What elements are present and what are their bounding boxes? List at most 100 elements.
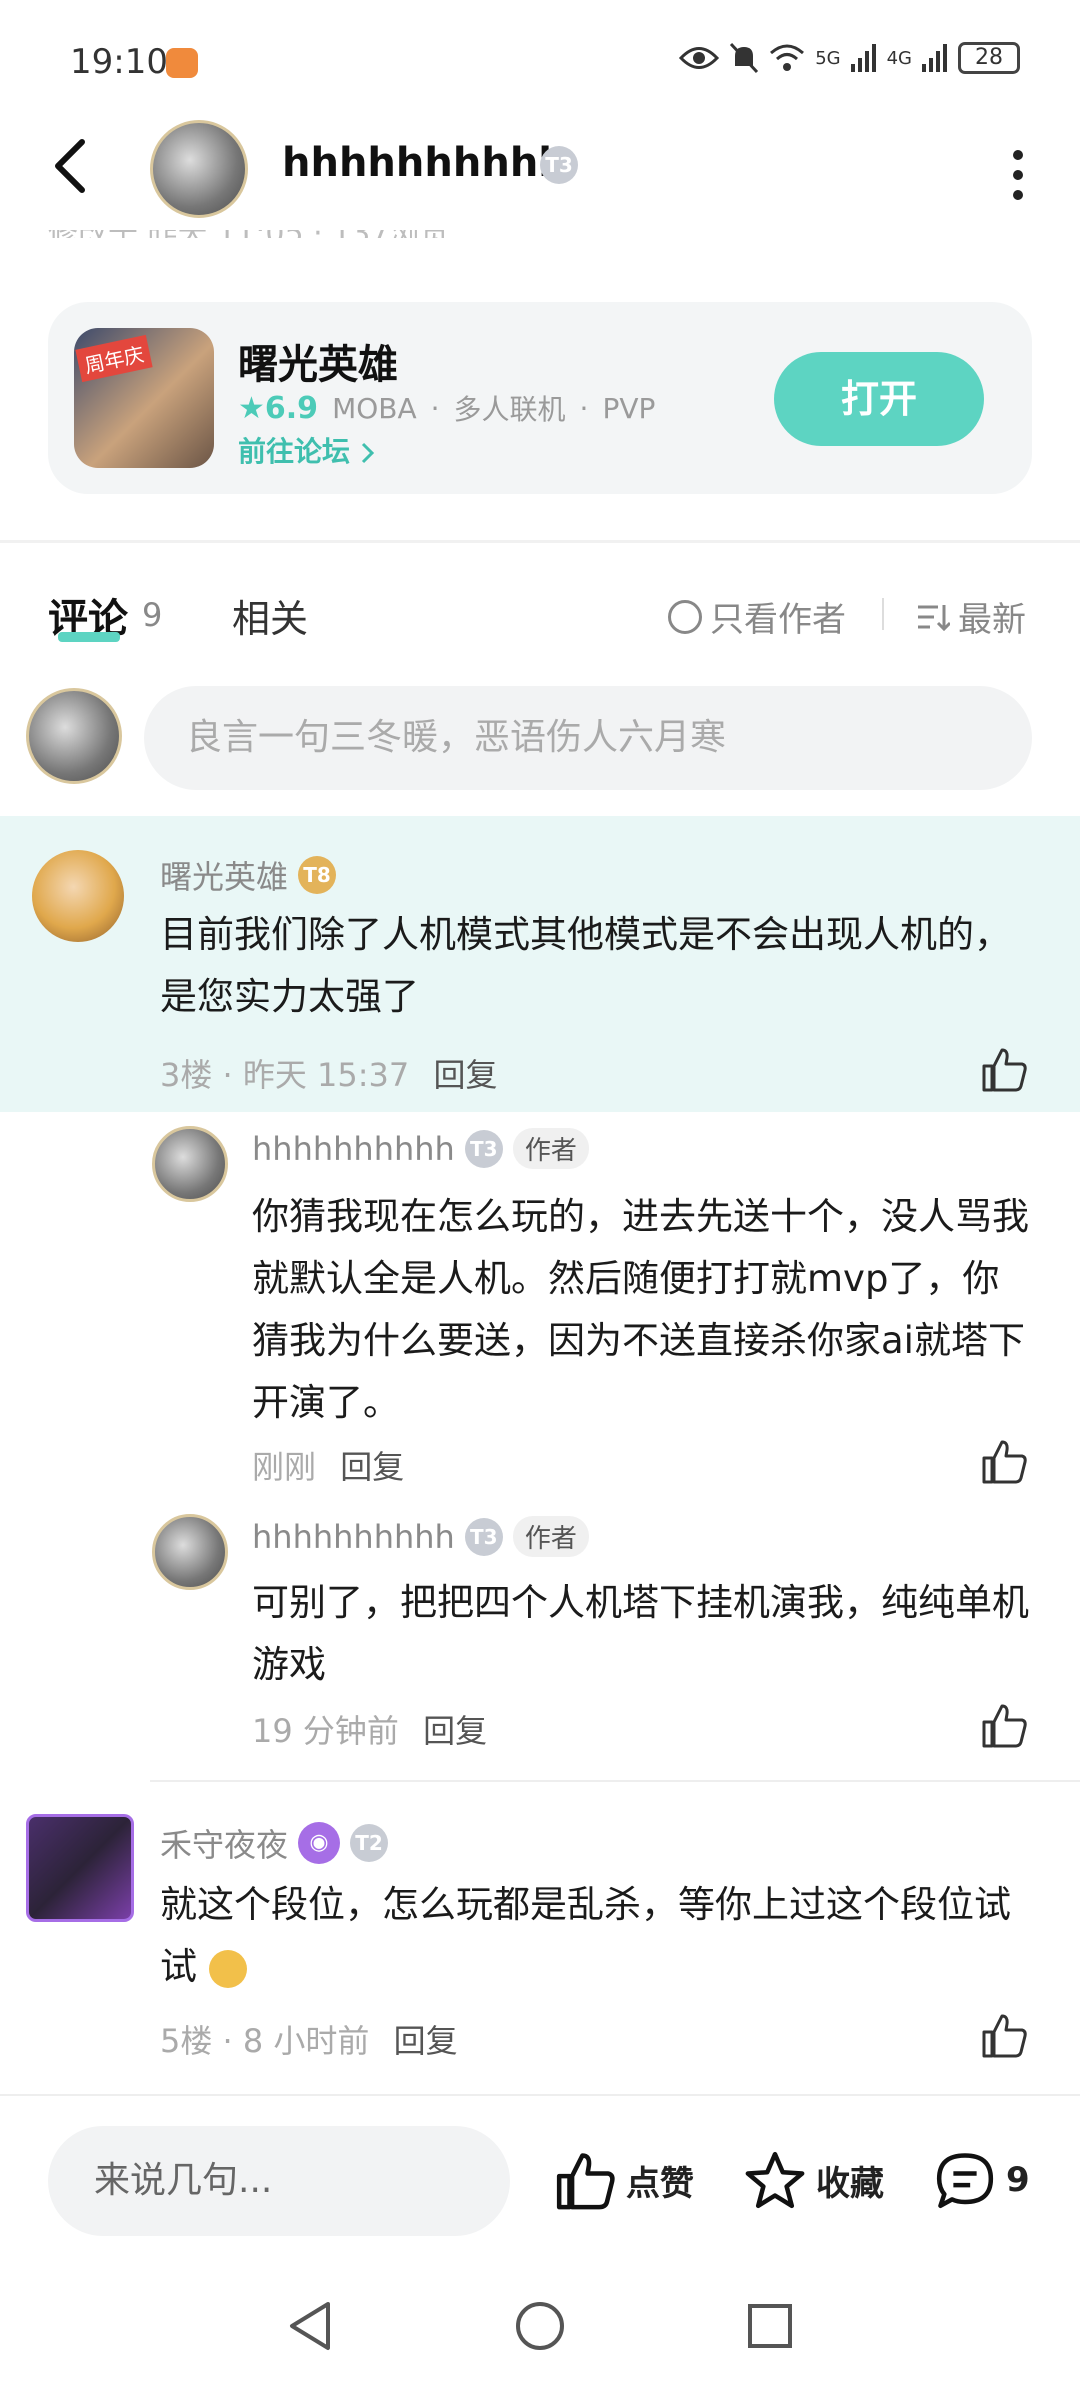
replier-avatar[interactable] xyxy=(152,1126,228,1202)
reply-button[interactable]: 回复 xyxy=(340,1448,404,1486)
comment-text: 目前我们除了人机模式其他模式是不会出现人机的，是您实力太强了 xyxy=(160,913,1011,1018)
commenter-avatar[interactable] xyxy=(26,1814,134,1922)
game-rating-value: 6.9 xyxy=(264,390,319,426)
like-icon[interactable] xyxy=(980,1046,1028,1092)
reply-meta: 19 分钟前 回复 xyxy=(252,1706,487,1752)
comments-button[interactable]: 9 xyxy=(934,2150,1030,2210)
forum-link-label: 前往论坛 xyxy=(238,435,351,468)
notification-app-icon xyxy=(166,48,198,78)
game-tag: MOBA xyxy=(332,391,417,425)
tab-separator xyxy=(882,598,884,630)
nav-home-icon[interactable] xyxy=(514,2300,566,2352)
level-badge: T3 xyxy=(464,1129,503,1168)
open-game-button[interactable]: 打开 xyxy=(774,352,984,446)
reply-item: hhhhhhhhhh T3 作者 你猜我现在怎么玩的，进去先送十个，没人骂我就默… xyxy=(0,1112,1080,1502)
like-icon[interactable] xyxy=(980,1702,1028,1748)
game-tag: 多人联机 xyxy=(453,393,566,426)
signal-label-4g: 4G xyxy=(886,47,912,69)
reply-text: 你猜我现在怎么玩的，进去先送十个，没人骂我就默认全是人机。然后随便打打就mvp了… xyxy=(252,1195,1029,1424)
replier-avatar[interactable] xyxy=(152,1514,228,1590)
more-dot xyxy=(1013,170,1023,180)
game-tag-sep: · xyxy=(579,391,589,425)
eye-icon xyxy=(679,47,720,69)
emoji-icon xyxy=(208,1949,247,1988)
comment-item: 禾守夜夜 ◉ T2 就这个段位，怎么玩都是乱杀，等你上过这个段位试试 5楼 · … xyxy=(0,1790,1080,2090)
signal-icon xyxy=(850,44,876,72)
commenter-name[interactable]: 禾守夜夜 xyxy=(160,1820,288,1866)
status-bar: 19:10 5G 4G 28 xyxy=(0,0,1080,120)
battery-icon: 28 xyxy=(958,42,1020,74)
reply-text: 可别了，把把四个人机塔下挂机演我，纯纯单机游戏 xyxy=(252,1581,1029,1686)
replier-name-row: hhhhhhhhhh T3 作者 xyxy=(252,1516,589,1557)
author-only-label: 只看作者 xyxy=(710,600,846,640)
chat-bubble-icon xyxy=(936,2153,994,2209)
signal-label-5g: 5G xyxy=(815,47,841,69)
signal-icon-2 xyxy=(922,44,947,72)
game-meta: ★6.9 MOBA · 多人联机 · PVP xyxy=(238,388,655,428)
reply-input[interactable]: 来说几句... xyxy=(48,2126,510,2236)
mute-bell-icon xyxy=(730,42,759,74)
author-avatar[interactable] xyxy=(150,120,248,218)
tab-related[interactable]: 相关 xyxy=(232,588,308,643)
comment-count: 9 xyxy=(1006,2160,1030,2200)
system-nav-bar xyxy=(0,2266,1080,2382)
thumbs-up-icon xyxy=(556,2153,615,2210)
sort-latest-button[interactable]: 最新 xyxy=(918,592,1026,641)
wifi-icon xyxy=(770,44,805,71)
comment-text-body: 就这个段位，怎么玩都是乱杀，等你上过这个段位试试 xyxy=(160,1883,1011,1988)
comment-input[interactable]: 良言一句三冬暖，恶语伤人六月寒 xyxy=(144,686,1032,790)
reply-meta: 刚刚 回复 xyxy=(252,1442,404,1488)
more-options-button[interactable] xyxy=(1008,146,1028,200)
like-label: 点赞 xyxy=(626,2163,694,2204)
like-icon[interactable] xyxy=(980,1438,1028,1484)
level-badge: T3 xyxy=(540,146,578,184)
nav-recents-icon[interactable] xyxy=(746,2302,794,2350)
comment-meta: 3楼 · 昨天 15:37 回复 xyxy=(160,1050,497,1096)
reply-button[interactable]: 回复 xyxy=(394,2022,458,2060)
status-icons: 5G 4G 28 xyxy=(679,42,1020,74)
commenter-name-row: 曙光英雄 T8 xyxy=(160,852,337,898)
level-badge: T3 xyxy=(464,1517,503,1556)
commenter-avatar[interactable] xyxy=(32,850,124,942)
comment-meta: 5楼 · 8 小时前 回复 xyxy=(160,2016,458,2062)
reply-button[interactable]: 回复 xyxy=(423,1712,487,1750)
reply-time: 19 分钟前 xyxy=(252,1712,399,1750)
author-only-toggle[interactable]: 只看作者 xyxy=(668,592,846,641)
comment-floor-time: 3楼 · 昨天 15:37 xyxy=(160,1056,410,1094)
more-dot xyxy=(1013,190,1023,200)
more-dot xyxy=(1013,150,1023,160)
game-icon[interactable]: 周年庆 xyxy=(74,328,214,468)
commenter-name[interactable]: 曙光英雄 xyxy=(160,852,288,898)
game-card[interactable]: 周年庆 曙光英雄 ★6.9 MOBA · 多人联机 · PVP 前往论坛 打开 xyxy=(48,302,1032,494)
like-button[interactable]: 点赞 xyxy=(554,2150,694,2210)
game-controller-badge-icon: ◉ xyxy=(298,1822,341,1864)
sort-icon xyxy=(918,604,950,631)
back-button[interactable] xyxy=(50,136,110,206)
reply-button[interactable]: 回复 xyxy=(433,1056,497,1094)
game-icon-tag: 周年庆 xyxy=(75,334,153,383)
comment-divider xyxy=(150,1780,1080,1782)
favorite-button[interactable]: 收藏 xyxy=(744,2150,884,2210)
replier-name[interactable]: hhhhhhhhhh xyxy=(252,1130,455,1168)
comment-item: 曙光英雄 T8 目前我们除了人机模式其他模式是不会出现人机的，是您实力太强了 3… xyxy=(0,816,1080,1112)
author-tag: 作者 xyxy=(512,1516,589,1557)
comment-text: 就这个段位，怎么玩都是乱杀，等你上过这个段位试试 xyxy=(160,1874,1040,1998)
replier-name-row: hhhhhhhhhh T3 作者 xyxy=(252,1128,589,1169)
game-tag-sep: · xyxy=(430,391,440,425)
author-name[interactable]: hhhhhhhhhh xyxy=(282,140,567,186)
forum-link[interactable]: 前往论坛 xyxy=(238,430,376,470)
game-rating: ★6.9 xyxy=(238,390,319,426)
nav-back-icon[interactable] xyxy=(286,2300,334,2352)
tab-active-indicator xyxy=(58,632,120,642)
level-badge: T8 xyxy=(298,856,337,894)
comments-count: 9 xyxy=(142,596,163,634)
radio-circle-icon xyxy=(668,599,702,634)
level-badge: T2 xyxy=(350,1824,389,1862)
chevron-left-icon xyxy=(55,139,85,193)
replier-name[interactable]: hhhhhhhhhh xyxy=(252,1518,455,1556)
game-title[interactable]: 曙光英雄 xyxy=(238,332,398,390)
like-icon[interactable] xyxy=(980,2012,1028,2058)
reply-time: 刚刚 xyxy=(252,1448,317,1486)
game-tag: PVP xyxy=(602,391,656,425)
author-tag: 作者 xyxy=(512,1128,589,1169)
